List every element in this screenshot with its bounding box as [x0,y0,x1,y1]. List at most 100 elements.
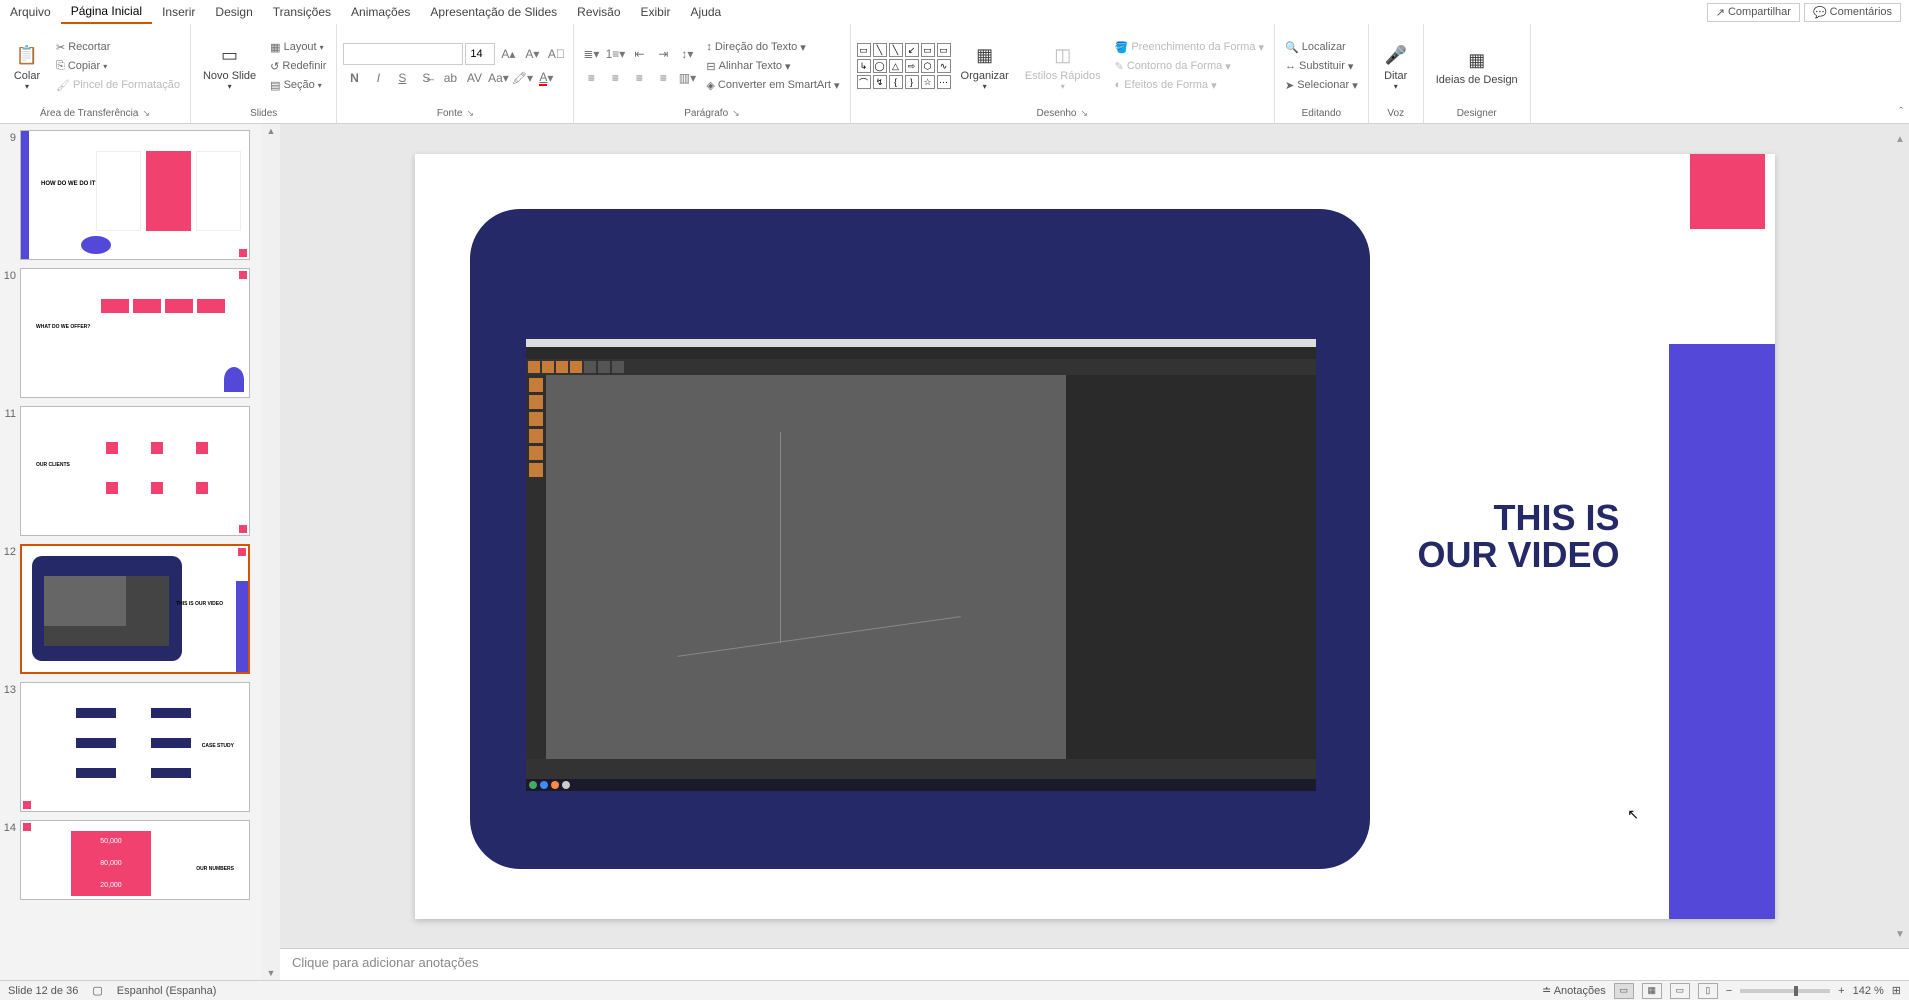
quick-styles-button[interactable]: ◫ Estilos Rápidos▾ [1019,38,1107,95]
tab-apresentacao[interactable]: Apresentação de Slides [420,1,567,23]
shadow-button[interactable]: ab [439,67,461,89]
shape-arrow-l[interactable]: ↙ [905,43,919,57]
tab-pagina-inicial[interactable]: Página Inicial [61,0,152,24]
slide-shape-purple[interactable] [1669,344,1775,919]
copy-button[interactable]: ⎘Copiar▾ [52,58,184,75]
shape-brace-l[interactable]: { [889,75,903,89]
thumbnail-slide-12[interactable]: THIS IS OUR VIDEO [20,544,250,674]
columns-button[interactable]: ▥▾ [676,67,698,89]
reset-button[interactable]: ↺Redefinir [266,58,330,75]
tab-revisao[interactable]: Revisão [567,1,630,23]
shape-curve[interactable]: ⌒ [857,75,871,89]
tab-ajuda[interactable]: Ajuda [681,1,732,23]
fit-to-window-button[interactable]: ⊞ [1892,984,1901,997]
section-button[interactable]: ▤Seção▾ [266,77,330,94]
align-right-button[interactable]: ≡ [628,67,650,89]
shape-scribble[interactable]: ∿ [937,59,951,73]
shape-effects-button[interactable]: ◐Efeitos de Forma ▾ [1111,77,1268,94]
paste-button[interactable]: 📋 Colar ▾ [6,38,48,95]
font-size-combo[interactable]: 14 [465,43,495,65]
strike-button[interactable]: S̶ [415,67,437,89]
thumbnail-slide-13[interactable]: CASE STUDY [20,682,250,812]
thumbnail-slide-11[interactable]: OUR CLIENTS [20,406,250,536]
shape-oval[interactable]: ◯ [873,59,887,73]
zoom-level[interactable]: 142 % [1853,985,1884,997]
drawing-dialog-launcher[interactable]: ↘ [1081,108,1089,119]
bullets-button[interactable]: ≣▾ [580,43,602,65]
shape-brace-r[interactable]: } [905,75,919,89]
align-left-button[interactable]: ≡ [580,67,602,89]
shape-line[interactable]: ╲ [873,43,887,57]
thumbnail-panel[interactable]: 9 HOW DO WE DO IT? 10 WHAT DO WE OFFER? [0,124,280,980]
convert-smartart-button[interactable]: ◈Converter em SmartArt ▾ [702,77,843,94]
canvas-vertical-scrollbar[interactable]: ▲ ▼ [1891,134,1909,940]
thumbnail-slide-10[interactable]: WHAT DO WE OFFER? [20,268,250,398]
justify-button[interactable]: ≡ [652,67,674,89]
scroll-down-icon[interactable]: ▼ [267,968,276,978]
paragraph-dialog-launcher[interactable]: ↘ [732,108,740,119]
reading-view-button[interactable]: ▭ [1670,983,1690,999]
share-button[interactable]: ↗Compartilhar [1707,3,1800,22]
language-status[interactable]: Espanhol (Espanha) [117,985,217,997]
normal-view-button[interactable]: ▭ [1614,983,1634,999]
tab-design[interactable]: Design [205,1,262,23]
text-direction-button[interactable]: ↕Direção do Texto ▾ [702,39,843,56]
zoom-slider[interactable] [1740,989,1830,993]
slide-viewport[interactable]: THIS IS OUR VIDEO [280,124,1909,948]
italic-button[interactable]: I [367,67,389,89]
align-center-button[interactable]: ≡ [604,67,626,89]
slide-shape-pink[interactable] [1690,154,1765,229]
shape-fill-button[interactable]: 🪣Preenchimento da Forma ▾ [1111,39,1268,56]
slideshow-view-button[interactable]: ▯ [1698,983,1718,999]
layout-button[interactable]: ▦Layout▾ [266,39,330,56]
shape-connector2[interactable]: ↯ [873,75,887,89]
scroll-up-icon[interactable]: ▲ [1895,134,1905,145]
tab-exibir[interactable]: Exibir [631,1,681,23]
align-text-button[interactable]: ⊟Alinhar Texto ▾ [702,58,843,75]
decrease-font-button[interactable]: A▾ [521,43,543,65]
line-spacing-button[interactable]: ↕▾ [676,43,698,65]
notes-toggle-button[interactable]: ≐ Anotações [1542,984,1606,997]
new-slide-button[interactable]: ▭ Novo Slide ▾ [197,38,262,95]
increase-indent-button[interactable]: ⇥ [652,43,674,65]
slide-title-text[interactable]: THIS IS OUR VIDEO [1417,499,1619,575]
cut-button[interactable]: ✂Recortar [52,39,184,56]
font-name-combo[interactable] [343,43,463,65]
numbering-button[interactable]: 1≡▾ [604,43,626,65]
shape-connector[interactable]: ↳ [857,59,871,73]
dictate-button[interactable]: 🎤 Ditar▾ [1375,38,1417,95]
decrease-indent-button[interactable]: ⇤ [628,43,650,65]
tab-transicoes[interactable]: Transições [263,1,341,23]
tab-inserir[interactable]: Inserir [152,1,205,23]
shape-rect[interactable]: ▭ [921,43,935,57]
slide-embedded-app[interactable] [526,339,1316,779]
thumbnail-slide-14[interactable]: 50,000 80,000 20,000 OUR NUMBERS [20,820,250,900]
slide-video-container[interactable] [470,209,1370,869]
font-dialog-launcher[interactable]: ↘ [466,108,474,119]
shape-star[interactable]: ☆ [921,75,935,89]
clear-format-button[interactable]: A⃠ [545,43,567,65]
shape-outline-button[interactable]: ✎Contorno da Forma ▾ [1111,58,1268,75]
font-color-button[interactable]: A▾ [535,67,557,89]
scroll-up-icon[interactable]: ▲ [267,126,276,136]
accessibility-icon[interactable]: ▢ [92,984,102,997]
char-spacing-button[interactable]: AV [463,67,485,89]
scroll-down-icon[interactable]: ▼ [1895,929,1905,940]
tab-animacoes[interactable]: Animações [341,1,420,23]
underline-button[interactable]: S [391,67,413,89]
shape-arrow-r[interactable]: ⇨ [905,59,919,73]
shape-line2[interactable]: ╲ [889,43,903,57]
shape-rect2[interactable]: ▭ [937,43,951,57]
shape-triangle[interactable]: △ [889,59,903,73]
shapes-gallery[interactable]: ▭ ╲ ╲ ↙ ▭ ▭ ↳ ◯ △ ⇨ ⬡ ∿ ⌒ ↯ { } ☆ ⋯ [857,43,951,89]
shape-textbox[interactable]: ▭ [857,43,871,57]
bold-button[interactable]: N [343,67,365,89]
slide-counter[interactable]: Slide 12 de 36 [8,985,78,997]
select-button[interactable]: ➤Selecionar ▾ [1281,77,1362,94]
slide[interactable]: THIS IS OUR VIDEO [415,154,1775,919]
replace-button[interactable]: ↔Substituir ▾ [1281,58,1362,75]
design-ideas-button[interactable]: ▦ Ideias de Design [1430,42,1524,90]
zoom-out-button[interactable]: − [1726,985,1732,997]
arrange-button[interactable]: ▦ Organizar▾ [955,38,1015,95]
sorter-view-button[interactable]: ▦ [1642,983,1662,999]
